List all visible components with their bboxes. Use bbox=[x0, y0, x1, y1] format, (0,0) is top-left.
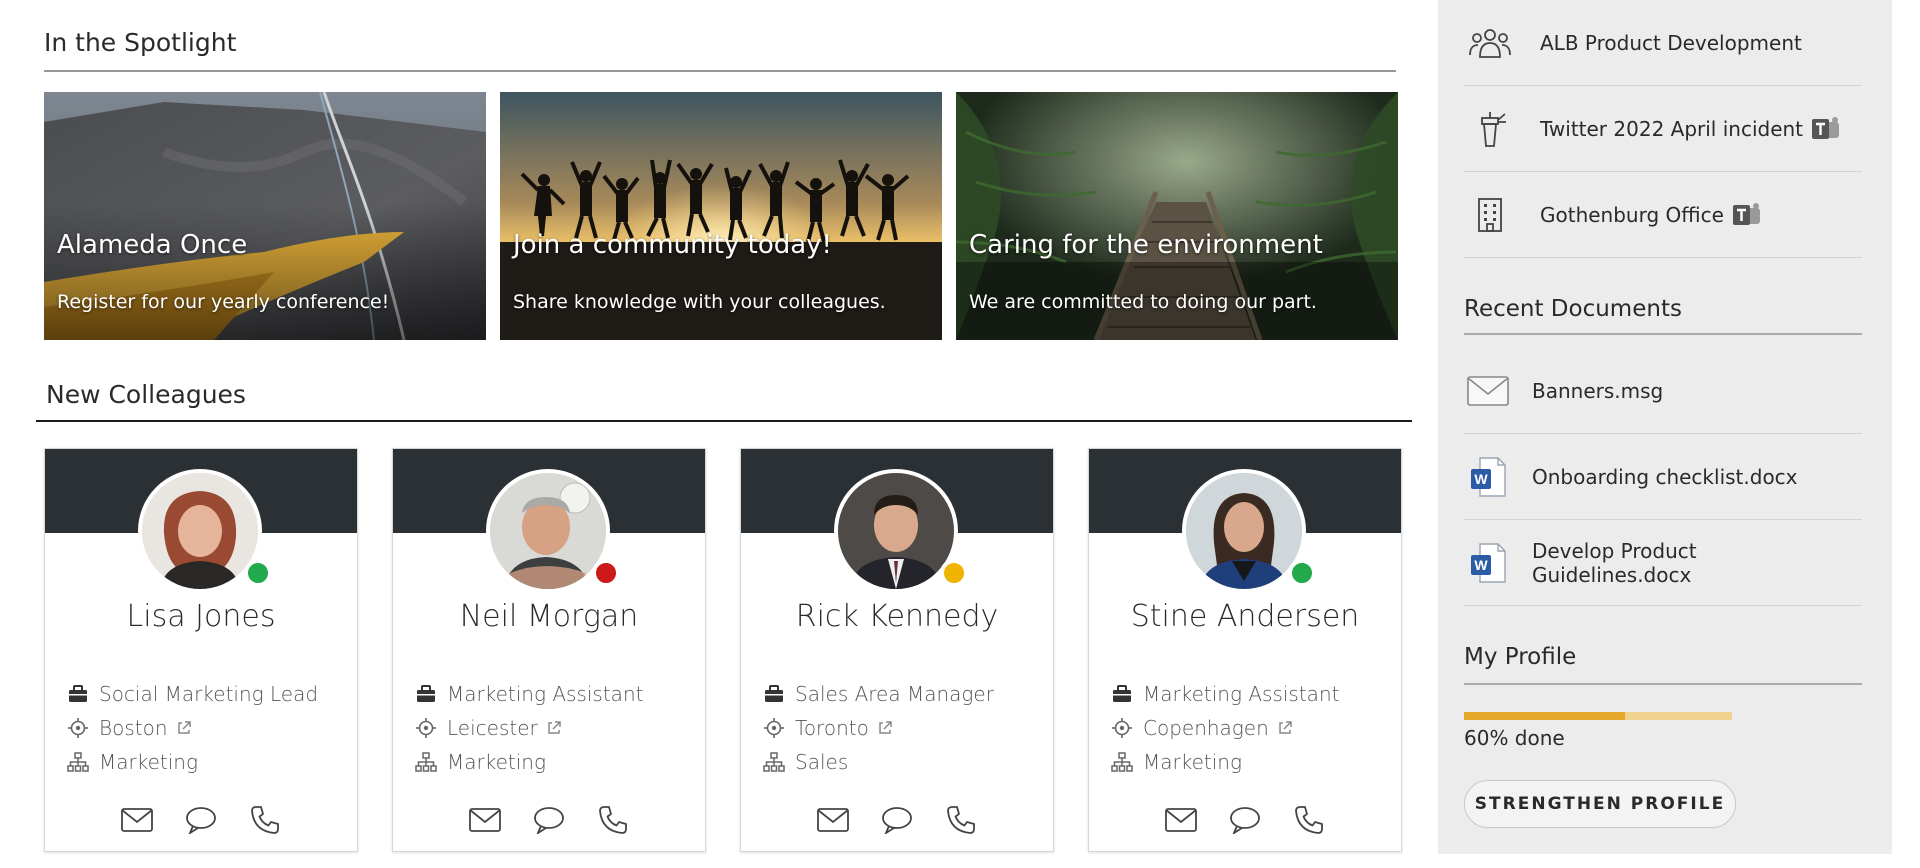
profile-progress-text: 60% done bbox=[1464, 726, 1565, 750]
word-doc-icon: W bbox=[1464, 542, 1512, 583]
document-item-onboarding-checklist[interactable]: W Onboarding checklist.docx bbox=[1464, 434, 1862, 520]
colleague-location[interactable]: Leicester bbox=[413, 715, 562, 741]
right-sidebar: ALB Product Development Twitter 2022 Apr… bbox=[1438, 0, 1892, 854]
external-link-icon bbox=[548, 721, 561, 734]
colleague-department: Marketing bbox=[1109, 749, 1242, 775]
presence-indicator bbox=[940, 559, 968, 587]
briefcase-icon bbox=[1109, 683, 1135, 705]
colleague-name[interactable]: Stine Andersen bbox=[1089, 599, 1401, 634]
recent-documents-heading: Recent Documents bbox=[1464, 296, 1682, 322]
megaphone-icon bbox=[1464, 109, 1516, 149]
colleague-role: Social Marketing Lead bbox=[65, 681, 318, 707]
colleague-card: Neil Morgan Marketing Assistant Leiceste… bbox=[392, 448, 706, 852]
external-link-icon bbox=[879, 721, 892, 734]
location-target-icon bbox=[65, 717, 91, 739]
mail-icon[interactable] bbox=[1163, 805, 1199, 835]
recent-documents-divider bbox=[1464, 333, 1862, 335]
phone-icon[interactable] bbox=[1291, 805, 1327, 835]
contact-actions bbox=[741, 805, 1053, 835]
colleague-department: Sales bbox=[761, 749, 848, 775]
mail-icon[interactable] bbox=[467, 805, 503, 835]
contact-actions bbox=[45, 805, 357, 835]
spotlight-card-environment[interactable]: Caring for the environment We are commit… bbox=[956, 92, 1398, 340]
contact-actions bbox=[393, 805, 705, 835]
external-link-icon bbox=[177, 721, 191, 734]
location-target-icon bbox=[413, 717, 439, 739]
external-link-icon bbox=[1279, 721, 1292, 734]
phone-icon[interactable] bbox=[943, 805, 979, 835]
document-item-banners[interactable]: Banners.msg bbox=[1464, 348, 1862, 434]
colleague-name[interactable]: Neil Morgan bbox=[393, 599, 705, 634]
spotlight-card-subtitle: Share knowledge with your colleagues. bbox=[513, 291, 886, 313]
my-profile-heading: My Profile bbox=[1464, 644, 1577, 670]
location-target-icon bbox=[761, 717, 787, 739]
colleague-card: Rick Kennedy Sales Area Manager Toronto … bbox=[740, 448, 1054, 852]
chat-icon[interactable] bbox=[183, 805, 219, 835]
briefcase-icon bbox=[65, 683, 91, 705]
mail-icon[interactable] bbox=[815, 805, 851, 835]
colleague-department: Marketing bbox=[65, 749, 198, 775]
strengthen-profile-button[interactable]: STRENGTHEN PROFILE bbox=[1464, 780, 1736, 828]
teams-icon bbox=[1812, 116, 1840, 139]
phone-icon[interactable] bbox=[595, 805, 631, 835]
presence-indicator bbox=[1288, 559, 1316, 587]
colleague-location[interactable]: Toronto bbox=[761, 715, 893, 741]
colleague-name[interactable]: Lisa Jones bbox=[45, 599, 357, 634]
teams-icon bbox=[1732, 202, 1760, 225]
phone-icon[interactable] bbox=[247, 805, 283, 835]
presence-indicator bbox=[592, 559, 620, 587]
spotlight-divider bbox=[44, 70, 1396, 72]
colleague-location[interactable]: Boston bbox=[65, 715, 192, 741]
colleague-role: Marketing Assistant bbox=[1109, 681, 1339, 707]
spotlight-card-alameda[interactable]: Alameda Once Register for our yearly con… bbox=[44, 92, 486, 340]
building-icon bbox=[1464, 195, 1516, 235]
briefcase-icon bbox=[413, 683, 439, 705]
spotlight-card-title: Join a community today! bbox=[513, 230, 832, 260]
location-target-icon bbox=[1109, 717, 1135, 739]
colleagues-heading: New Colleagues bbox=[46, 380, 246, 409]
org-chart-icon bbox=[761, 751, 787, 773]
spotlight-card-community[interactable]: Join a community today! Share knowledge … bbox=[500, 92, 942, 340]
org-chart-icon bbox=[65, 751, 91, 773]
org-chart-icon bbox=[413, 751, 439, 773]
profile-progress-fill bbox=[1464, 712, 1625, 720]
colleague-role: Marketing Assistant bbox=[413, 681, 643, 707]
svg-text:W: W bbox=[1474, 471, 1488, 487]
contact-actions bbox=[1089, 805, 1401, 835]
colleague-role: Sales Area Manager bbox=[761, 681, 994, 707]
colleagues-divider bbox=[36, 420, 1412, 422]
word-doc-icon: W bbox=[1464, 456, 1512, 497]
mail-icon[interactable] bbox=[119, 805, 155, 835]
my-profile-divider bbox=[1464, 683, 1862, 685]
spotlight-heading: In the Spotlight bbox=[44, 28, 237, 57]
people-group-icon bbox=[1464, 23, 1516, 63]
colleague-card: Stine Andersen Marketing Assistant Copen… bbox=[1088, 448, 1402, 852]
colleague-department: Marketing bbox=[413, 749, 546, 775]
spotlight-card-title: Alameda Once bbox=[57, 230, 248, 260]
spotlight-card-subtitle: Register for our yearly conference! bbox=[57, 291, 390, 313]
colleague-name[interactable]: Rick Kennedy bbox=[741, 599, 1053, 634]
mail-icon bbox=[1464, 371, 1512, 411]
svg-text:W: W bbox=[1474, 557, 1488, 573]
org-chart-icon bbox=[1109, 751, 1135, 773]
spotlight-card-subtitle: We are committed to doing our part. bbox=[969, 291, 1317, 313]
colleague-location[interactable]: Copenhagen bbox=[1109, 715, 1293, 741]
chat-icon[interactable] bbox=[1227, 805, 1263, 835]
document-item-develop-product-guidelines[interactable]: W Develop Product Guidelines.docx bbox=[1464, 520, 1862, 606]
group-item-twitter-incident[interactable]: Twitter 2022 April incident bbox=[1464, 86, 1862, 172]
spotlight-card-title: Caring for the environment bbox=[969, 230, 1323, 260]
briefcase-icon bbox=[761, 683, 787, 705]
chat-icon[interactable] bbox=[531, 805, 567, 835]
chat-icon[interactable] bbox=[879, 805, 915, 835]
colleague-card: Lisa Jones Social Marketing Lead Boston … bbox=[44, 448, 358, 852]
presence-indicator bbox=[244, 559, 272, 587]
profile-progress-bar bbox=[1464, 712, 1732, 720]
group-item-gothenburg-office[interactable]: Gothenburg Office bbox=[1464, 172, 1862, 258]
group-item-alb-product-development[interactable]: ALB Product Development bbox=[1464, 0, 1862, 86]
